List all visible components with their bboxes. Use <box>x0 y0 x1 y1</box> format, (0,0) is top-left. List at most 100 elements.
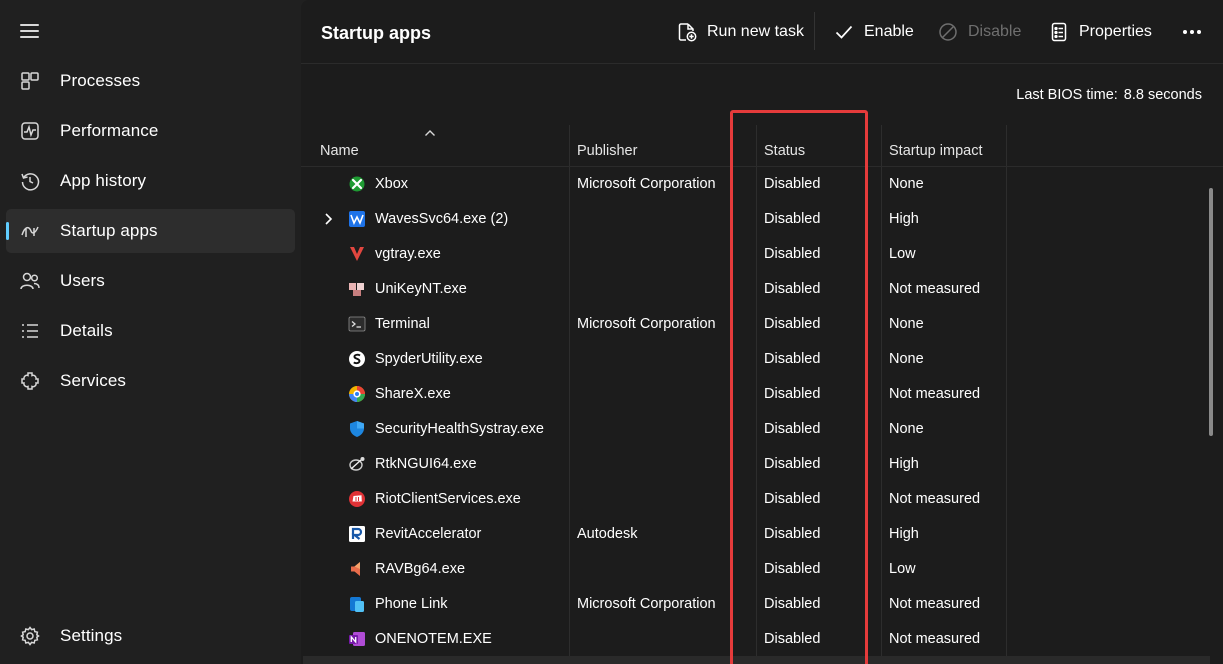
security-shield-icon <box>348 420 366 438</box>
page-title: Startup apps <box>321 23 432 43</box>
sidebar-item-label: App history <box>60 171 147 190</box>
properties-label: Properties <box>1079 23 1152 40</box>
app-startup-impact: Low <box>889 561 916 577</box>
sidebar-item-app-history[interactable]: App history <box>6 159 295 203</box>
app-name: WavesSvc64.exe (2) <box>375 211 509 227</box>
table-row[interactable]: ONENOTEM.EXE Disabled Not measured <box>301 622 1206 657</box>
column-header-status[interactable]: Status <box>764 143 805 159</box>
sidebar-item-label: Processes <box>60 71 141 90</box>
app-status: Disabled <box>764 526 821 542</box>
sidebar-item-details[interactable]: Details <box>6 309 295 353</box>
sharex-icon <box>348 385 366 403</box>
main-panel: Startup apps Run new task Enable Disable… <box>301 0 1223 664</box>
table-row[interactable]: RevitAccelerator Autodesk Disabled High <box>301 517 1206 552</box>
terminal-icon <box>348 315 366 333</box>
table-row[interactable]: UniKeyNT.exe Disabled Not measured <box>301 272 1206 307</box>
sidebar-item-processes[interactable]: Processes <box>6 59 295 103</box>
enable-label: Enable <box>864 23 914 40</box>
app-startup-impact: None <box>889 421 924 437</box>
realtek-icon <box>348 455 366 473</box>
spyder-icon <box>348 350 366 368</box>
app-startup-impact: High <box>889 456 919 472</box>
sidebar-item-services[interactable]: Services <box>6 359 295 403</box>
app-name: RevitAccelerator <box>375 526 482 542</box>
table-row[interactable]: ShareX.exe Disabled Not measured <box>301 377 1206 412</box>
disable-label: Disable <box>968 23 1022 40</box>
app-status: Disabled <box>764 561 821 577</box>
app-startup-impact: High <box>889 211 919 227</box>
sidebar-item-label: Performance <box>60 121 159 140</box>
app-startup-impact: Not measured <box>889 386 981 402</box>
xbox-icon <box>348 175 366 193</box>
table-row[interactable]: vgtray.exe Disabled Low <box>301 237 1206 272</box>
sidebar-item-label: Startup apps <box>60 221 158 240</box>
properties-icon <box>1051 22 1067 42</box>
app-status: Disabled <box>764 351 821 367</box>
bios-value: 8.8 seconds <box>1123 87 1202 103</box>
app-startup-impact: Not measured <box>889 596 981 612</box>
app-name: RiotClientServices.exe <box>375 491 521 507</box>
table-row[interactable]: SpyderUtility.exe Disabled None <box>301 342 1206 377</box>
table-row[interactable]: RAVBg64.exe Disabled Low <box>301 552 1206 587</box>
unikey-icon <box>348 280 366 298</box>
app-name: UniKeyNT.exe <box>375 281 467 297</box>
more-options-icon[interactable] <box>1180 20 1204 44</box>
app-name: RtkNGUI64.exe <box>375 456 477 472</box>
last-bios-time: Last BIOS time: 8.8 seconds <box>1016 87 1202 103</box>
details-icon <box>19 320 41 342</box>
app-status: Disabled <box>764 631 821 647</box>
table-row[interactable]: WavesSvc64.exe (2) Disabled High <box>301 202 1206 237</box>
horizontal-scrollbar[interactable] <box>303 656 1210 664</box>
processes-icon <box>19 70 41 92</box>
app-status: Disabled <box>764 246 821 262</box>
table-row[interactable]: Xbox Microsoft Corporation Disabled None <box>301 167 1206 202</box>
sort-ascending-icon <box>425 130 435 136</box>
table-row[interactable]: RtkNGUI64.exe Disabled High <box>301 447 1206 482</box>
app-startup-impact: Low <box>889 246 916 262</box>
active-indicator <box>6 222 9 240</box>
sidebar-item-settings[interactable]: Settings <box>6 614 295 658</box>
column-header-startup-impact[interactable]: Startup impact <box>889 143 983 159</box>
app-name: SpyderUtility.exe <box>375 351 483 367</box>
waves-icon <box>348 210 366 228</box>
enable-button[interactable]: Enable <box>833 18 914 46</box>
app-name: Phone Link <box>375 596 448 612</box>
vertical-scrollbar[interactable] <box>1209 188 1213 436</box>
column-header-name[interactable]: Name <box>320 143 359 159</box>
onenote-icon <box>348 630 366 648</box>
table-row[interactable]: SecurityHealthSystray.exe Disabled None <box>301 412 1206 447</box>
app-name: ShareX.exe <box>375 386 451 402</box>
sidebar-item-label: Users <box>60 271 105 290</box>
app-publisher: Microsoft Corporation <box>577 596 716 612</box>
bios-label: Last BIOS time: <box>1016 87 1118 103</box>
chevron-right-icon[interactable] <box>323 212 335 226</box>
app-startup-impact: None <box>889 176 924 192</box>
services-icon <box>19 370 41 392</box>
sidebar-item-startup-apps[interactable]: Startup apps <box>6 209 295 253</box>
hamburger-menu-icon[interactable] <box>20 22 40 38</box>
app-name: Xbox <box>375 176 409 192</box>
speaker-icon <box>348 560 366 578</box>
disable-button[interactable]: Disable <box>937 18 1021 46</box>
app-name: RAVBg64.exe <box>375 561 466 577</box>
app-startup-impact: High <box>889 526 919 542</box>
sidebar-item-label: Services <box>60 371 126 390</box>
toolbar-divider <box>814 12 815 50</box>
properties-button[interactable]: Properties <box>1048 18 1152 46</box>
run-new-task-button[interactable]: Run new task <box>676 18 804 46</box>
toolbar: Startup apps Run new task Enable Disable… <box>301 0 1223 64</box>
new-task-icon <box>678 23 697 42</box>
app-startup-impact: Not measured <box>889 491 981 507</box>
sidebar-item-performance[interactable]: Performance <box>6 109 295 153</box>
performance-icon <box>19 120 41 142</box>
riot-icon <box>348 490 366 508</box>
app-name: SecurityHealthSystray.exe <box>375 421 544 437</box>
app-name: vgtray.exe <box>375 246 441 262</box>
column-header-publisher[interactable]: Publisher <box>577 143 637 159</box>
table-row[interactable]: RiotClientServices.exe Disabled Not measur… <box>301 482 1206 517</box>
app-startup-impact: None <box>889 316 924 332</box>
sidebar-item-users[interactable]: Users <box>6 259 295 303</box>
table-row[interactable]: Phone Link Microsoft Corporation Disabled N… <box>301 587 1206 622</box>
table-row[interactable]: Terminal Microsoft Corporation Disabled Non… <box>301 307 1206 342</box>
app-publisher: Microsoft Corporation <box>577 316 716 332</box>
